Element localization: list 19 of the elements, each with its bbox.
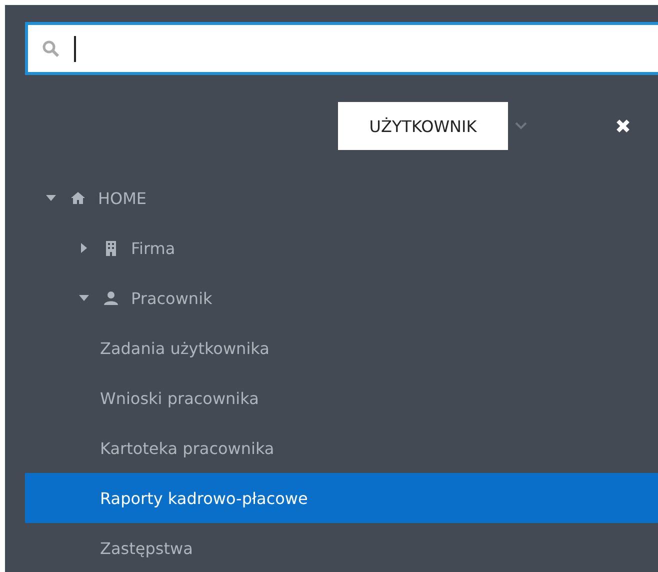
caret-down-icon[interactable] xyxy=(46,193,56,203)
menu-item[interactable]: Zastępstwa xyxy=(25,523,658,572)
search-field[interactable] xyxy=(25,22,658,75)
menu-item[interactable]: Raporty kadrowo-płacowe xyxy=(25,473,658,523)
caret-right-icon[interactable] xyxy=(79,243,89,253)
menu-item[interactable]: Wnioski pracownika xyxy=(25,373,658,423)
tree-node-label[interactable]: Pracownik xyxy=(131,288,212,308)
user-icon xyxy=(103,290,119,306)
home-icon xyxy=(70,190,86,206)
building-icon xyxy=(103,240,119,256)
text-cursor xyxy=(74,36,76,62)
search-icon xyxy=(42,40,60,58)
tree-node-label[interactable]: HOME xyxy=(98,188,147,208)
menu-item[interactable]: Zadania użytkownika xyxy=(25,323,658,373)
tree-node-label[interactable]: Firma xyxy=(131,238,176,258)
close-button[interactable] xyxy=(616,119,630,133)
caret-down-icon[interactable] xyxy=(79,293,89,303)
role-select[interactable]: UŻYTKOWNIK xyxy=(338,102,508,150)
menu-item[interactable]: Kartoteka pracownika xyxy=(25,423,658,473)
